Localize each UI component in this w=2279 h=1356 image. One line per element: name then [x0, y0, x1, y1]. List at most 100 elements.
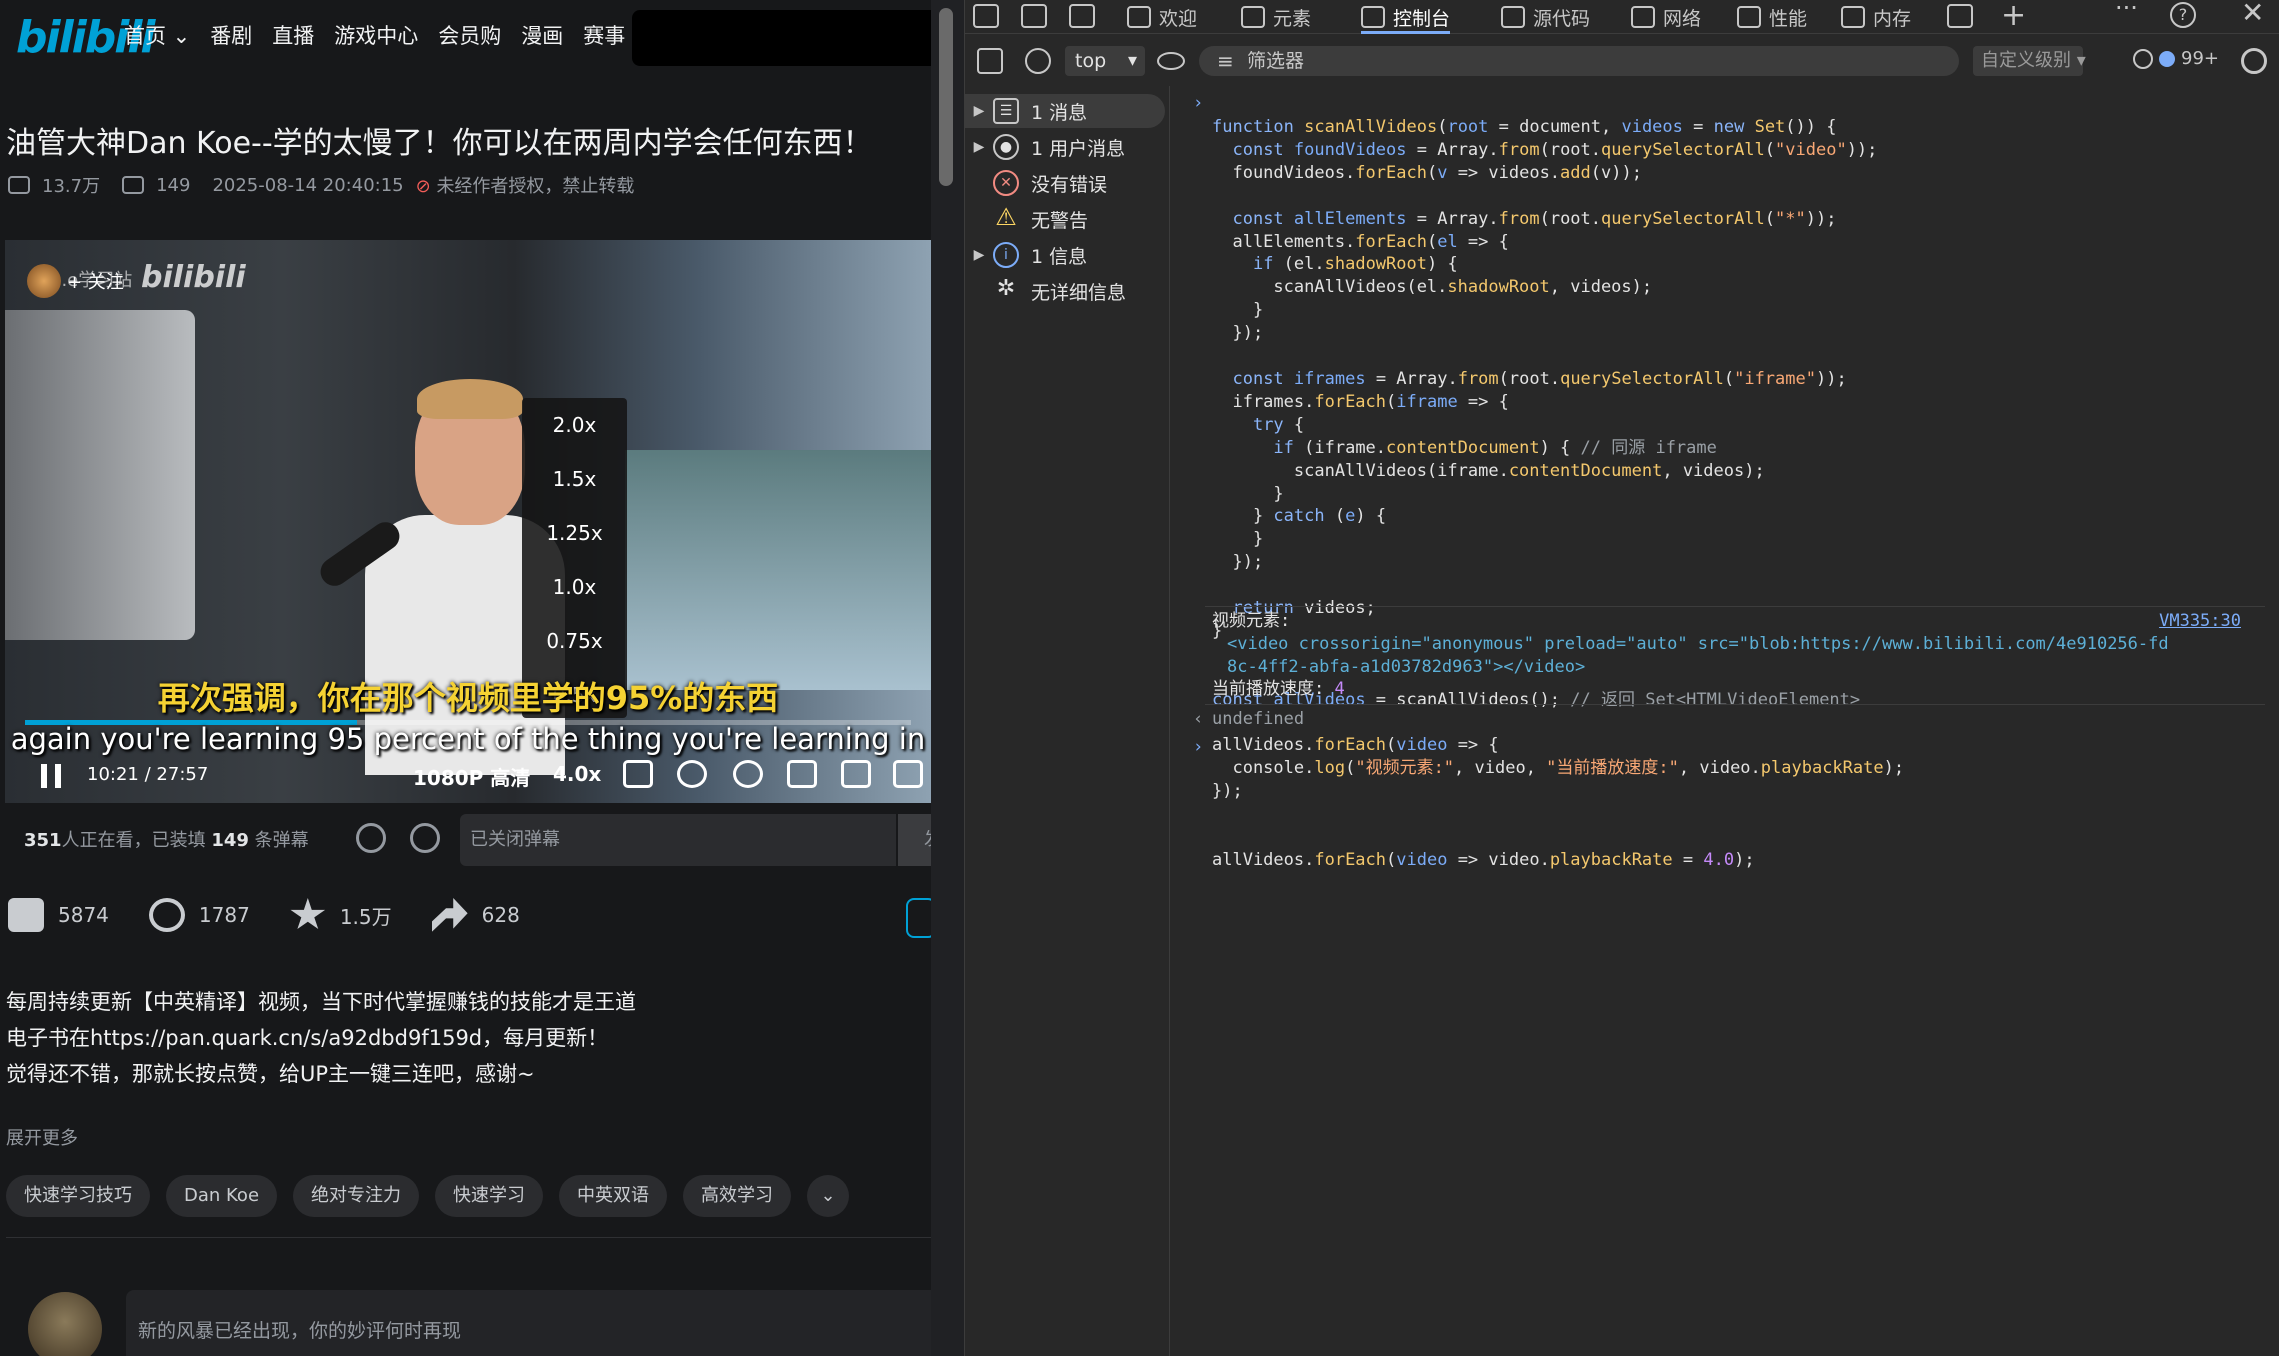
tab-welcome[interactable]: 欢迎	[1127, 0, 1197, 34]
tab-sources[interactable]: 源代码	[1501, 0, 1590, 34]
thumb-up-icon	[8, 898, 44, 932]
sidebar-item-user-messages[interactable]: ▶ ● 1 用户消息	[965, 130, 1165, 164]
volume-icon[interactable]	[677, 760, 707, 788]
settings-gear-icon[interactable]	[733, 760, 763, 788]
gauge-icon	[1737, 6, 1761, 28]
fullscreen-icon[interactable]	[893, 760, 923, 788]
sidebar-item-label: 无警告	[1031, 209, 1089, 232]
tab-elements[interactable]: 元素	[1241, 0, 1311, 34]
share-button[interactable]: 628	[431, 898, 520, 932]
log-video-element-cont[interactable]: 8c-4ff2-abfa-a1d03782d963"></video>	[1227, 656, 1585, 679]
tag[interactable]: 中英双语	[559, 1175, 668, 1217]
video-scene-monitor	[5, 310, 195, 640]
log-levels-dropdown[interactable]: 自定义级别 ▾	[1973, 46, 2086, 76]
expand-arrow-icon: ▶	[973, 103, 985, 119]
dock-side-icon[interactable]	[1069, 4, 1095, 28]
screen: { "bili": { "logo": "bilibili", "nav": […	[0, 0, 2279, 1356]
expand-more-link[interactable]: 展开更多	[6, 1124, 78, 1150]
log-divider	[1205, 704, 2265, 705]
tab-label: 源代码	[1533, 7, 1591, 30]
sidebar-item-verbose[interactable]: ✲ 无详细信息	[965, 274, 1165, 308]
context-selector[interactable]: top	[1065, 46, 1145, 76]
pip-icon[interactable]	[787, 760, 817, 788]
sidebar-item-messages[interactable]: ▶ ☰ 1 消息	[965, 94, 1165, 128]
panel-icon[interactable]	[1947, 4, 1973, 28]
nav-item-mall[interactable]: 会员购	[438, 20, 501, 50]
info-icon: i	[993, 242, 1019, 268]
coin-count: 1787	[198, 903, 250, 927]
settings-gear-icon[interactable]	[2241, 48, 2267, 74]
eye-icon[interactable]	[1157, 52, 1185, 70]
copyright-text: 未经作者授权，禁止转载	[436, 176, 635, 197]
sidebar-item-info[interactable]: ▶ i 1 信息	[965, 238, 1165, 272]
tab-memory[interactable]: 内存	[1841, 0, 1911, 34]
coin-button[interactable]: 1787	[148, 898, 250, 932]
tab-console[interactable]: 控制台	[1361, 0, 1451, 34]
tag[interactable]: 快速学习技巧	[6, 1175, 150, 1217]
follow-button[interactable]: + 关注	[67, 268, 124, 294]
uploader-follow[interactable]: + 关注	[27, 264, 124, 298]
speed-option[interactable]: 1.0x	[522, 560, 627, 614]
like-button[interactable]: 5874	[8, 898, 109, 932]
share-count: 628	[481, 903, 520, 927]
playback-rate-button[interactable]: 4.0x	[553, 762, 601, 786]
log-source-link[interactable]: VM335:30	[2159, 610, 2241, 633]
tag[interactable]: 高效学习	[683, 1175, 792, 1217]
comment-input[interactable]: 新的风暴已经出现，你的妙评何时再现	[126, 1290, 931, 1356]
search-bar[interactable]	[632, 10, 931, 66]
speed-option[interactable]: 1.5x	[522, 452, 627, 506]
video-player[interactable]: i...e学习站 bilibili + 关注 2.0x 1.5x 1.25x 1…	[5, 240, 931, 803]
nav-item-manga[interactable]: 漫画	[521, 20, 563, 50]
tag[interactable]: 绝对专注力	[293, 1175, 420, 1217]
danmaku-icon	[122, 176, 145, 194]
console-prompt-icon[interactable]: ›	[1193, 736, 1203, 759]
filter-input[interactable]: 筛选器	[1199, 46, 1959, 76]
favorite-button[interactable]: 1.5万	[290, 898, 392, 932]
description-line: 电子书在https://pan.quark.cn/s/a92dbd9f159d，…	[6, 1026, 609, 1050]
close-icon[interactable]: ✕	[2241, 0, 2264, 29]
sidebar-item-label: 1 信息	[1031, 245, 1088, 268]
more-options-icon[interactable]: ···	[2115, 0, 2138, 22]
help-icon[interactable]: ?	[2170, 2, 2196, 28]
console-output[interactable]: › function scanAllVideos(root = document…	[1175, 86, 2279, 1356]
plus-icon[interactable]: +	[2001, 0, 2026, 33]
widescreen-icon[interactable]	[841, 760, 871, 788]
danmaku-toggle-icon[interactable]	[356, 823, 386, 853]
nav-item-anime[interactable]: 番剧	[210, 20, 252, 50]
nav-item-home[interactable]: 首页 ⌄	[124, 20, 190, 50]
playback-time: 10:21 / 27:57	[87, 764, 208, 785]
device-toolbar-icon[interactable]	[1021, 4, 1047, 28]
quality-button[interactable]: 1080P 高清	[413, 762, 530, 791]
issues-counter[interactable]: 99+	[2133, 48, 2219, 69]
speed-option[interactable]: 1.25x	[522, 506, 627, 560]
tab-performance[interactable]: 性能	[1737, 0, 1807, 34]
tab-label: 内存	[1873, 7, 1912, 30]
danmaku-settings-icon[interactable]	[410, 823, 440, 853]
subtitle-toggle-icon[interactable]	[623, 760, 653, 788]
sidebar-item-warnings[interactable]: ⚠ 无警告	[965, 202, 1165, 236]
log-video-element[interactable]: <video crossorigin="anonymous" preload="…	[1227, 633, 2169, 656]
speed-option[interactable]: 2.0x	[522, 398, 627, 452]
clear-console-icon[interactable]	[1025, 48, 1051, 74]
viewer-count: 351	[24, 830, 62, 851]
view-count: 13.7万	[42, 176, 101, 197]
pause-icon[interactable]	[41, 764, 61, 788]
tag[interactable]: 快速学习	[435, 1175, 544, 1217]
danmaku-count: 149	[156, 174, 191, 196]
viewer-text: 人正在看，已装填	[61, 830, 206, 851]
side-floating-button[interactable]	[906, 898, 931, 938]
tag[interactable]: Dan Koe	[166, 1175, 278, 1217]
nav-item-live[interactable]: 直播	[272, 20, 314, 50]
danmaku-input[interactable]: 已关闭弹幕	[460, 814, 896, 866]
tab-network[interactable]: 网络	[1631, 0, 1701, 34]
inspect-element-icon[interactable]	[973, 4, 999, 28]
nav-item-esports[interactable]: 赛事	[583, 20, 625, 50]
chevron-down-icon[interactable]: ⌄	[807, 1175, 850, 1217]
page-scrollbar[interactable]	[931, 0, 965, 1356]
sidebar-item-errors[interactable]: ✕ 没有错误	[965, 166, 1165, 200]
scrollbar-thumb[interactable]	[939, 8, 953, 186]
nav-item-game[interactable]: 游戏中心	[334, 20, 418, 50]
sidebar-toggle-icon[interactable]	[977, 48, 1003, 74]
speed-option[interactable]: 0.75x	[522, 614, 627, 668]
danmaku-send-button[interactable]: 发	[898, 814, 931, 866]
